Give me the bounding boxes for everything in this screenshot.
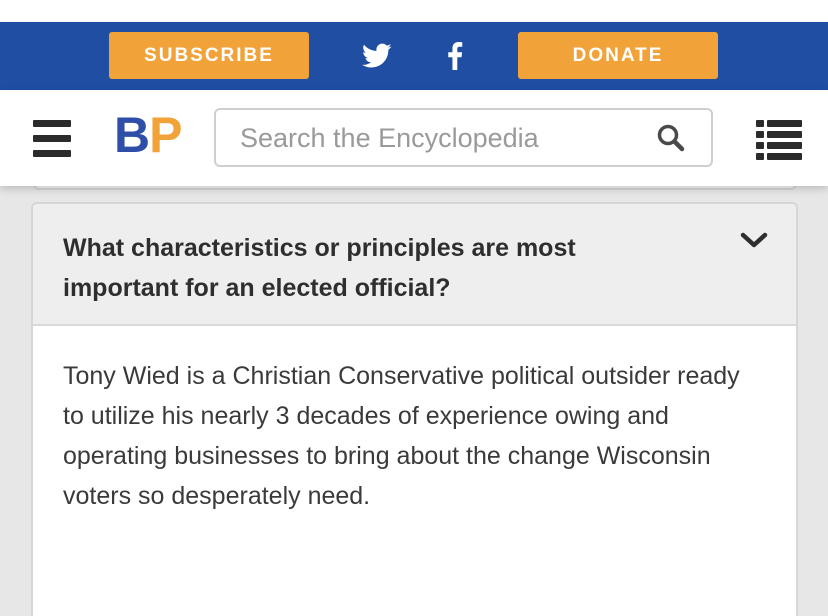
logo-letter-p: P (149, 107, 182, 163)
accordion-question: What characteristics or principles are m… (63, 234, 576, 302)
main-content: What characteristics or principles are m… (0, 176, 828, 616)
list-icon[interactable] (756, 120, 802, 160)
site-header: BP (0, 90, 828, 186)
search-icon[interactable] (656, 123, 686, 153)
search-box[interactable] (214, 108, 713, 167)
search-input[interactable] (240, 120, 640, 156)
subscribe-button[interactable]: SUBSCRIBE (109, 32, 309, 79)
site-logo[interactable]: BP (114, 107, 182, 163)
accordion-card: What characteristics or principles are m… (31, 202, 798, 616)
donate-button[interactable]: DONATE (518, 32, 718, 79)
top-spacer (0, 0, 828, 22)
top-action-bar: SUBSCRIBE DONATE (0, 22, 828, 90)
logo-letter-b: B (114, 107, 150, 163)
accordion-header[interactable]: What characteristics or principles are m… (33, 204, 796, 326)
facebook-icon[interactable] (438, 39, 472, 73)
twitter-icon[interactable] (360, 39, 394, 73)
accordion-answer: Tony Wied is a Christian Conservative po… (63, 362, 740, 510)
hamburger-menu-icon[interactable] (33, 120, 71, 158)
chevron-down-icon[interactable] (739, 230, 769, 252)
